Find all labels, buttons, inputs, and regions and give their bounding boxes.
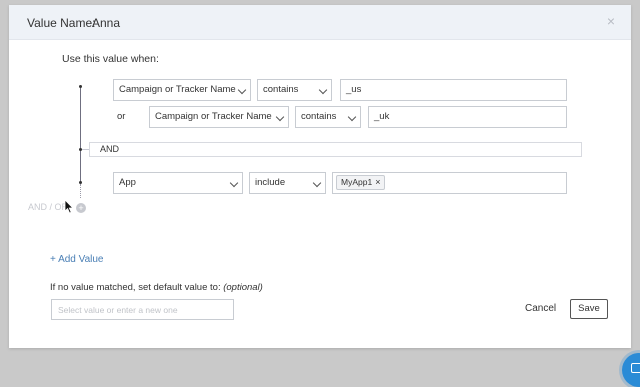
and-connector[interactable]: AND xyxy=(89,142,582,157)
operator-select[interactable]: include xyxy=(249,172,326,194)
title-value: Anna xyxy=(92,16,121,30)
modal-header: Value Name: Anna × xyxy=(9,5,631,40)
default-value-text: If no value matched, set default value t… xyxy=(50,282,221,293)
operator-select[interactable]: contains xyxy=(295,106,361,128)
tag-chip: MyApp1 × xyxy=(336,175,386,190)
or-label: or xyxy=(117,111,126,122)
tree-node xyxy=(79,148,82,151)
value-input[interactable]: _us xyxy=(340,79,567,101)
field-select-value: Campaign or Tracker Name xyxy=(155,111,272,122)
field-select[interactable]: Campaign or Tracker Name xyxy=(149,106,289,128)
operator-select[interactable]: contains xyxy=(257,79,332,101)
field-select[interactable]: Campaign or Tracker Name xyxy=(113,79,251,101)
add-value-link[interactable]: + Add Value xyxy=(50,254,103,265)
title-label: Value Name: xyxy=(27,16,96,30)
condition-intro: Use this value when: xyxy=(62,53,159,65)
field-select-value: App xyxy=(119,177,136,188)
value-modal: Value Name: Anna × Use this value when: … xyxy=(9,5,631,348)
operator-select-value: include xyxy=(255,177,286,188)
remove-tag-icon[interactable]: × xyxy=(375,177,380,187)
operator-select-value: contains xyxy=(263,84,299,95)
tree-line xyxy=(80,86,81,182)
mouse-cursor-icon xyxy=(64,199,74,214)
and-or-toggle[interactable]: AND / OR xyxy=(28,202,68,212)
default-value-label: If no value matched, set default value t… xyxy=(50,282,263,293)
field-select[interactable]: App xyxy=(113,172,243,194)
save-button[interactable]: Save xyxy=(570,299,608,319)
plus-circle-icon[interactable]: + xyxy=(76,203,86,213)
value-input[interactable]: _uk xyxy=(368,106,567,128)
tree-node xyxy=(79,85,82,88)
close-icon[interactable]: × xyxy=(607,13,615,29)
cancel-button[interactable]: Cancel xyxy=(525,303,556,314)
optional-label: (optional) xyxy=(223,282,263,293)
default-value-input[interactable] xyxy=(51,299,234,320)
field-select-value: Campaign or Tracker Name xyxy=(119,84,236,95)
tree-line-dashed xyxy=(80,184,82,198)
tag-label: MyApp1 xyxy=(341,177,373,187)
chat-icon[interactable] xyxy=(622,353,640,387)
